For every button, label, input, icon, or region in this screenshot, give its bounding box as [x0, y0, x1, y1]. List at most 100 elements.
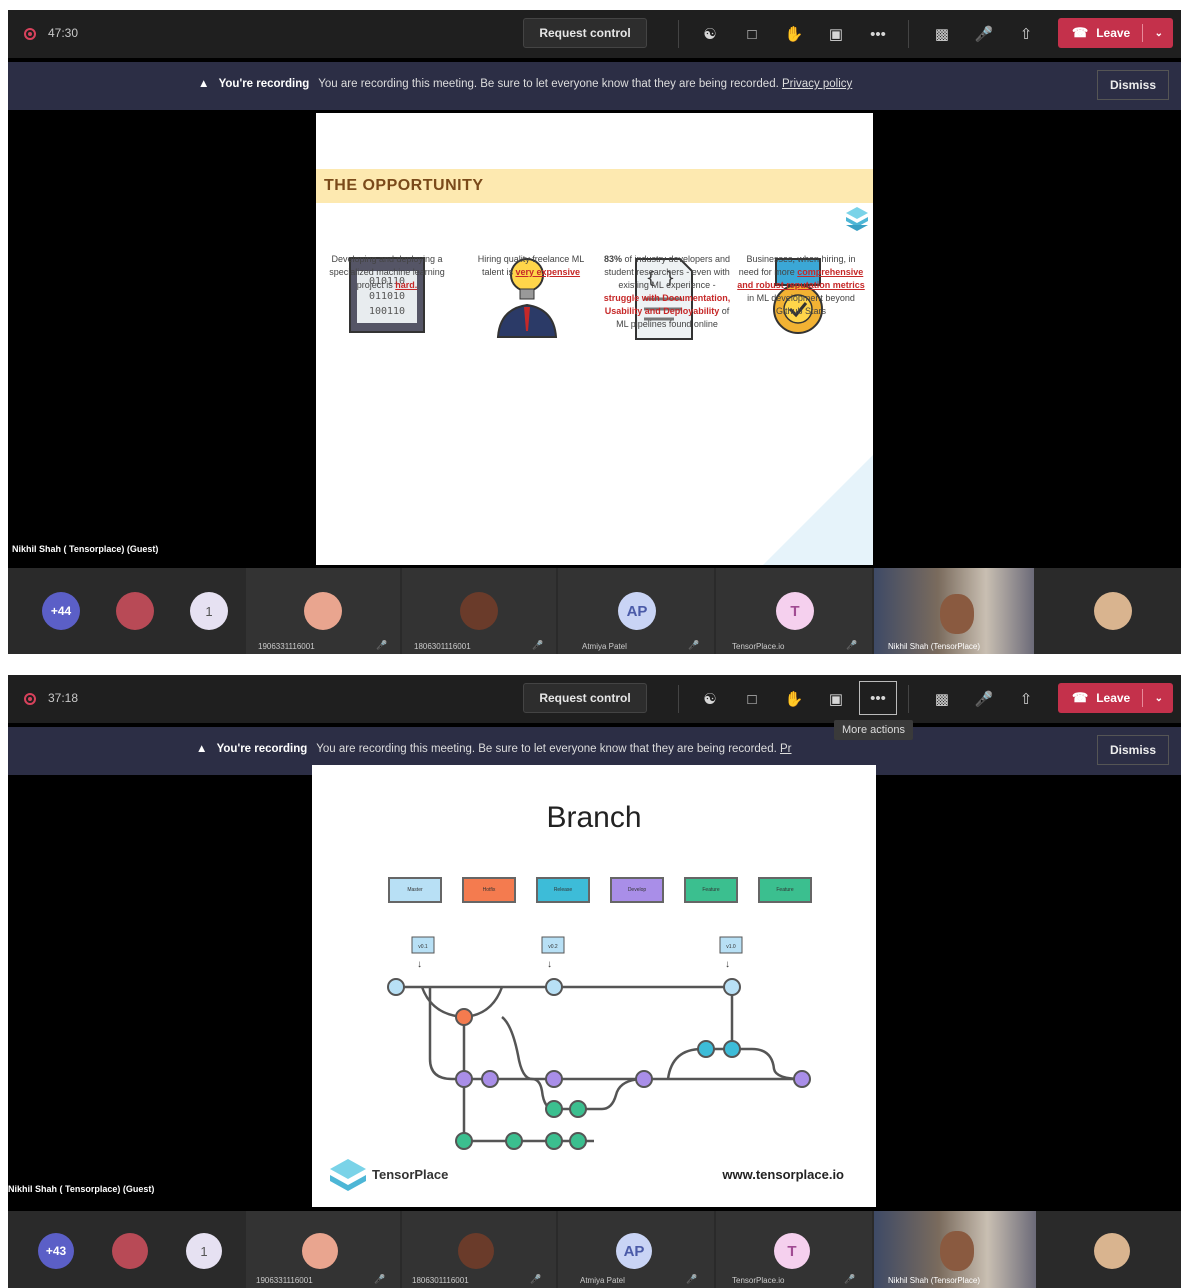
share-icon[interactable]: ⇧ [1014, 687, 1038, 711]
legend-chip-develop: Develop [610, 877, 664, 903]
participant-tile[interactable]: T TensorPlace.io 🎤 [716, 568, 872, 654]
avatar [1094, 1233, 1130, 1269]
participant-name: TensorPlace.io [732, 642, 785, 651]
more-icon[interactable]: ••• [859, 681, 897, 715]
count-badge[interactable]: 1 [186, 1233, 222, 1269]
avatar [940, 594, 974, 634]
slide-header-band: THE OPPORTUNITY [316, 169, 873, 203]
recording-text: You are recording this meeting. Be sure … [316, 743, 777, 755]
svg-text:↓: ↓ [417, 959, 422, 970]
mic-off-icon[interactable]: 🎤 [972, 22, 996, 46]
brand-name: TensorPlace [372, 1167, 449, 1182]
svg-text:↓: ↓ [725, 959, 730, 970]
divider [1142, 689, 1143, 707]
mic-off-icon: 🎤 [376, 640, 388, 650]
rooms-icon[interactable]: ▣ [824, 687, 848, 711]
share-icon[interactable]: ⇧ [1014, 22, 1038, 46]
participant-tile[interactable]: T TensorPlace.io 🎤 [716, 1211, 872, 1288]
participant-tile[interactable] [1038, 1211, 1181, 1288]
mic-off-icon: 🎤 [846, 640, 858, 650]
count-badge[interactable]: 1 [190, 592, 228, 630]
column-text: of industry developers and student resea… [604, 254, 731, 290]
overflow-avatar[interactable]: +43 [38, 1233, 74, 1269]
avatar[interactable] [112, 1233, 148, 1269]
camera-off-icon[interactable]: ▩ [930, 687, 954, 711]
mic-off-icon: 🎤 [686, 1274, 698, 1284]
participant-tile[interactable]: 1806301116001 🎤 [402, 568, 556, 654]
divider [678, 20, 679, 48]
more-icon[interactable]: ••• [866, 22, 890, 46]
version-tag-label: v1.0 [726, 944, 736, 950]
mic-off-icon: 🎤 [374, 1274, 386, 1284]
participant-tile[interactable]: 1906331116001 🎤 [246, 1211, 400, 1288]
avatar [460, 592, 498, 630]
git-branch-diagram: v0.1 ↓ v0.2 ↓ v1.0 ↓ [387, 936, 811, 1150]
participant-tile[interactable]: 1906331116001 🎤 [246, 568, 400, 654]
warning-icon: ▲ [196, 743, 208, 755]
meeting-toolbar: 47:30 Request control ☯ □ ✋ ▣ ••• ▩ 🎤 ⇧ … [8, 10, 1181, 58]
leave-label: Leave [1096, 26, 1131, 40]
divider [1142, 24, 1143, 42]
phone-icon: ☎ [1072, 690, 1089, 705]
avatar[interactable] [116, 592, 154, 630]
rooms-icon[interactable]: ▣ [824, 22, 848, 46]
participant-name: Nikhil Shah (TensorPlace) [888, 1276, 981, 1285]
avatar [304, 592, 342, 630]
record-icon [24, 28, 36, 40]
participant-name: 1806301116001 [412, 1276, 469, 1285]
presenter-name: Nikhil Shah ( Tensorplace) (Guest) [8, 1184, 155, 1194]
chevron-down-icon[interactable]: ⌄ [1155, 28, 1163, 39]
website-url: www.tensorplace.io [722, 1167, 844, 1182]
camera-off-icon[interactable]: ▩ [930, 22, 954, 46]
record-icon [24, 693, 36, 705]
svg-text:↓: ↓ [547, 959, 552, 970]
opportunity-column-3: 83% of industry developers and student r… [602, 253, 732, 331]
mic-off-icon: 🎤 [532, 640, 544, 650]
more-actions-tooltip: More actions [834, 720, 913, 740]
dismiss-button[interactable]: Dismiss [1097, 735, 1169, 765]
mic-off-icon[interactable]: 🎤 [972, 687, 996, 711]
leave-button[interactable]: ☎ Leave ⌄ [1058, 683, 1173, 713]
binary-line: 100110 [368, 306, 406, 317]
video-tile[interactable]: Nikhil Shah (TensorPlace) [874, 1211, 1036, 1288]
privacy-policy-link[interactable]: Privacy policy [782, 78, 852, 90]
chat-icon[interactable]: □ [740, 687, 764, 711]
participant-tile[interactable]: AP Atmiya Patel 🎤 [558, 568, 714, 654]
participant-tile[interactable]: AP Atmiya Patel 🎤 [558, 1211, 714, 1288]
participants-icon[interactable]: ☯ [698, 22, 722, 46]
slide-title: Branch [546, 801, 642, 834]
raise-hand-icon[interactable]: ✋ [782, 22, 806, 46]
recording-banner: ▲ You're recording You are recording thi… [8, 62, 1181, 110]
leave-button[interactable]: ☎ Leave ⌄ [1058, 18, 1173, 48]
participant-tile[interactable]: 1806301116001 🎤 [402, 1211, 556, 1288]
column-highlight: hard. [395, 280, 418, 290]
mic-off-icon: 🎤 [844, 1274, 856, 1284]
dismiss-button[interactable]: Dismiss [1097, 70, 1169, 100]
column-text-tail: in ML development beyond Github Stars [747, 293, 855, 316]
raise-hand-icon[interactable]: ✋ [782, 687, 806, 711]
video-tile[interactable]: Nikhil Shah (TensorPlace) [874, 568, 1034, 654]
participant-tile[interactable] [1036, 568, 1181, 654]
recording-text: You are recording this meeting. Be sure … [318, 78, 779, 90]
mic-off-icon: 🎤 [530, 1274, 542, 1284]
participant-group[interactable]: +44 1 [8, 568, 244, 654]
meeting-timer: 47:30 [48, 26, 79, 40]
presenter-name: Nikhil Shah ( Tensorplace) (Guest) [12, 544, 159, 554]
chevron-down-icon[interactable]: ⌄ [1155, 693, 1163, 704]
avatar [1094, 592, 1132, 630]
participant-name: 1806301116001 [414, 642, 471, 651]
avatar-initials: AP [616, 1233, 652, 1269]
avatar [458, 1233, 494, 1269]
chat-icon[interactable]: □ [740, 22, 764, 46]
participant-group[interactable]: +43 1 [8, 1211, 244, 1288]
privacy-policy-link[interactable]: Pr [780, 743, 792, 755]
avatar-initials: AP [618, 592, 656, 630]
overflow-avatar[interactable]: +44 [42, 592, 80, 630]
participant-name: Nikhil Shah (TensorPlace) [888, 642, 981, 651]
column-stat: 83% [603, 254, 622, 264]
version-tag-label: v0.1 [418, 944, 428, 950]
slide-corner-decoration [763, 455, 873, 565]
participants-icon[interactable]: ☯ [698, 687, 722, 711]
request-control-button[interactable]: Request control [523, 18, 647, 48]
request-control-button[interactable]: Request control [523, 683, 647, 713]
